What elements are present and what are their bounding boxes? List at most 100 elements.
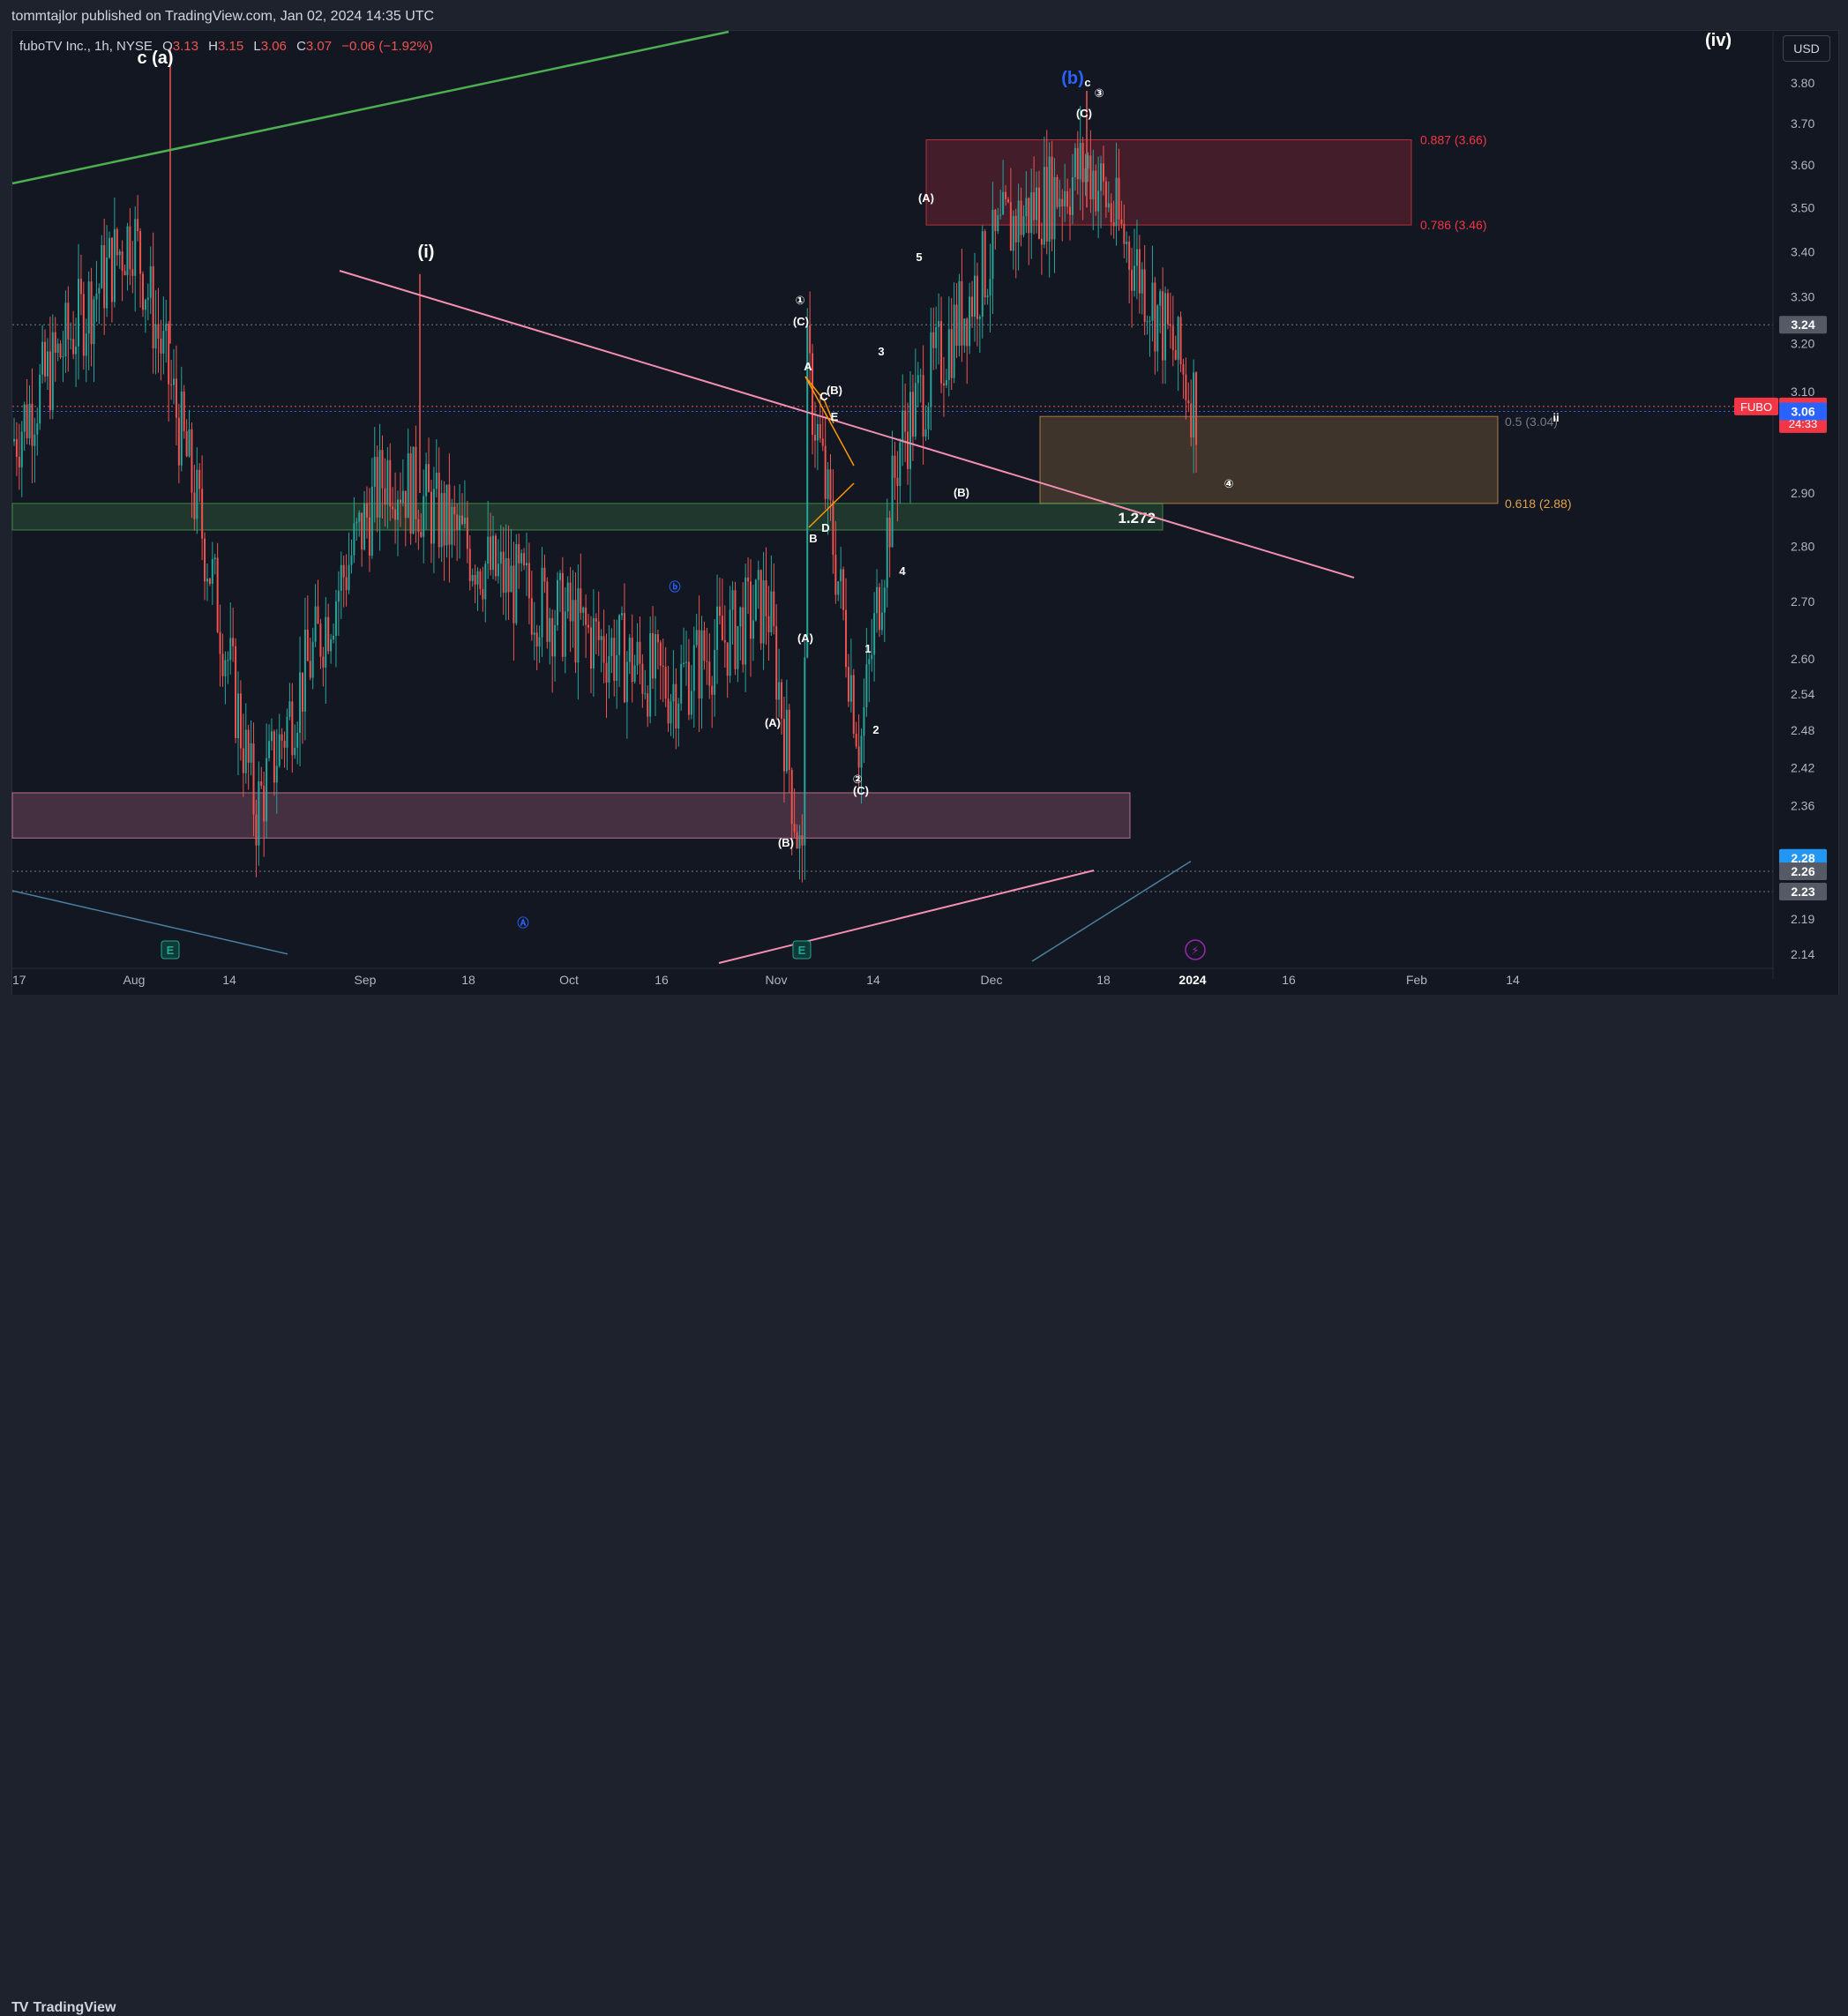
candle-body <box>266 758 268 822</box>
price-label: 2.26 <box>1791 864 1814 878</box>
candle-body <box>75 346 78 355</box>
candle-body <box>703 630 706 661</box>
candle-body <box>116 228 118 256</box>
price-axis-tick: 2.19 <box>1791 912 1814 926</box>
candle-body <box>922 375 924 437</box>
candle-body <box>79 279 82 295</box>
candle-body <box>28 403 31 438</box>
candle-body <box>1005 191 1007 199</box>
fib-label: 0.887 (3.66) <box>1420 132 1487 146</box>
candle-body <box>1128 241 1131 270</box>
candle-body <box>816 423 819 441</box>
candle-body <box>834 555 837 595</box>
candle-body <box>564 611 566 657</box>
candle-body <box>714 650 716 695</box>
zone-fib-lower <box>1039 415 1499 504</box>
candle-body <box>175 378 177 418</box>
candle-body <box>1118 177 1120 220</box>
candle-body <box>1100 163 1103 191</box>
candle-body <box>173 378 176 385</box>
time-axis-tick: Nov <box>766 973 788 987</box>
candle-body <box>224 660 227 676</box>
candle-body <box>221 653 224 676</box>
candle-body <box>752 620 754 639</box>
candle-body <box>873 613 876 655</box>
wave-label: A <box>804 360 812 373</box>
candle-body <box>718 606 721 616</box>
wave-label: (C) <box>853 784 869 797</box>
candle-body <box>389 459 392 507</box>
candle-body <box>605 662 608 683</box>
candle-body <box>685 661 688 663</box>
candle-body <box>399 499 401 504</box>
candle-body <box>201 489 204 539</box>
candle-body <box>557 579 559 625</box>
candle-body <box>330 639 333 652</box>
wave-label: (iv) <box>1705 31 1732 50</box>
candle-body <box>911 392 914 437</box>
candle-body <box>468 549 471 581</box>
zone-fib-upper <box>925 138 1412 226</box>
wave-label: (i) <box>418 243 435 262</box>
price-chart[interactable]: 1.2720.887 (3.66)0.786 (3.46)0.5 (3.04)0… <box>0 0 1848 1034</box>
candle-body <box>1146 321 1148 323</box>
candle-body <box>82 294 85 356</box>
candle-body <box>49 351 51 411</box>
candle-body <box>680 664 683 704</box>
candle-body <box>131 269 134 276</box>
candle-body <box>36 423 39 435</box>
candle-body <box>258 781 260 846</box>
zone-green-1.272 <box>11 503 1163 531</box>
candle-body <box>144 299 146 310</box>
candle-body <box>333 636 335 640</box>
candle-body <box>1097 190 1100 212</box>
candle-body <box>793 824 796 833</box>
symbol-legend: fuboTV Inc., 1h, NYSE O3.13 H3.15 L3.06 … <box>19 39 433 54</box>
candle-body <box>348 564 350 591</box>
price-axis-tick: 3.50 <box>1791 200 1814 214</box>
candle-body <box>1112 221 1115 227</box>
candle-body <box>278 734 281 766</box>
green-trendline <box>11 30 729 185</box>
wave-label: ii <box>1552 411 1559 424</box>
candle-body <box>641 663 644 694</box>
candle-body <box>392 506 394 510</box>
candle-body <box>345 577 348 591</box>
candle-body <box>44 341 47 377</box>
legend-symbol: fuboTV Inc., 1h, NYSE <box>19 39 153 54</box>
candle-body <box>443 493 445 546</box>
candle-body <box>883 587 886 613</box>
candle-body <box>384 488 386 505</box>
candle-body <box>268 741 271 758</box>
time-axis-tick: 14 <box>866 973 880 987</box>
price-axis-tick: 3.70 <box>1791 116 1814 131</box>
candle-body <box>13 438 15 442</box>
symbol-badge: FUBO <box>1740 400 1772 414</box>
legend-open-label: O <box>162 39 173 54</box>
candle-body <box>1148 320 1151 322</box>
candle-body <box>193 492 196 519</box>
candle-body <box>819 423 821 439</box>
candle-body <box>613 638 616 681</box>
candle-body <box>160 339 162 354</box>
candle-body <box>1043 167 1045 245</box>
candle-body <box>250 743 252 763</box>
candle-body <box>659 642 662 666</box>
price-axis-tick: 2.42 <box>1791 760 1814 774</box>
candle-body <box>935 326 938 348</box>
candle-body <box>842 569 845 610</box>
candle-body <box>232 638 235 646</box>
candle-body <box>961 280 963 346</box>
candle-body <box>773 591 775 626</box>
candle-body <box>566 582 569 612</box>
candle-body <box>1025 198 1028 217</box>
candle-body <box>311 641 314 678</box>
candle-body <box>41 341 44 375</box>
time-axis-tick: Aug <box>123 973 146 987</box>
candle-body <box>997 215 999 232</box>
candle-body <box>288 701 291 717</box>
candle-body <box>1159 291 1162 306</box>
candle-body <box>456 514 459 530</box>
currency-button[interactable]: USD <box>1783 35 1830 62</box>
tradingview-logo[interactable]: TV TradingView <box>11 2000 116 2016</box>
